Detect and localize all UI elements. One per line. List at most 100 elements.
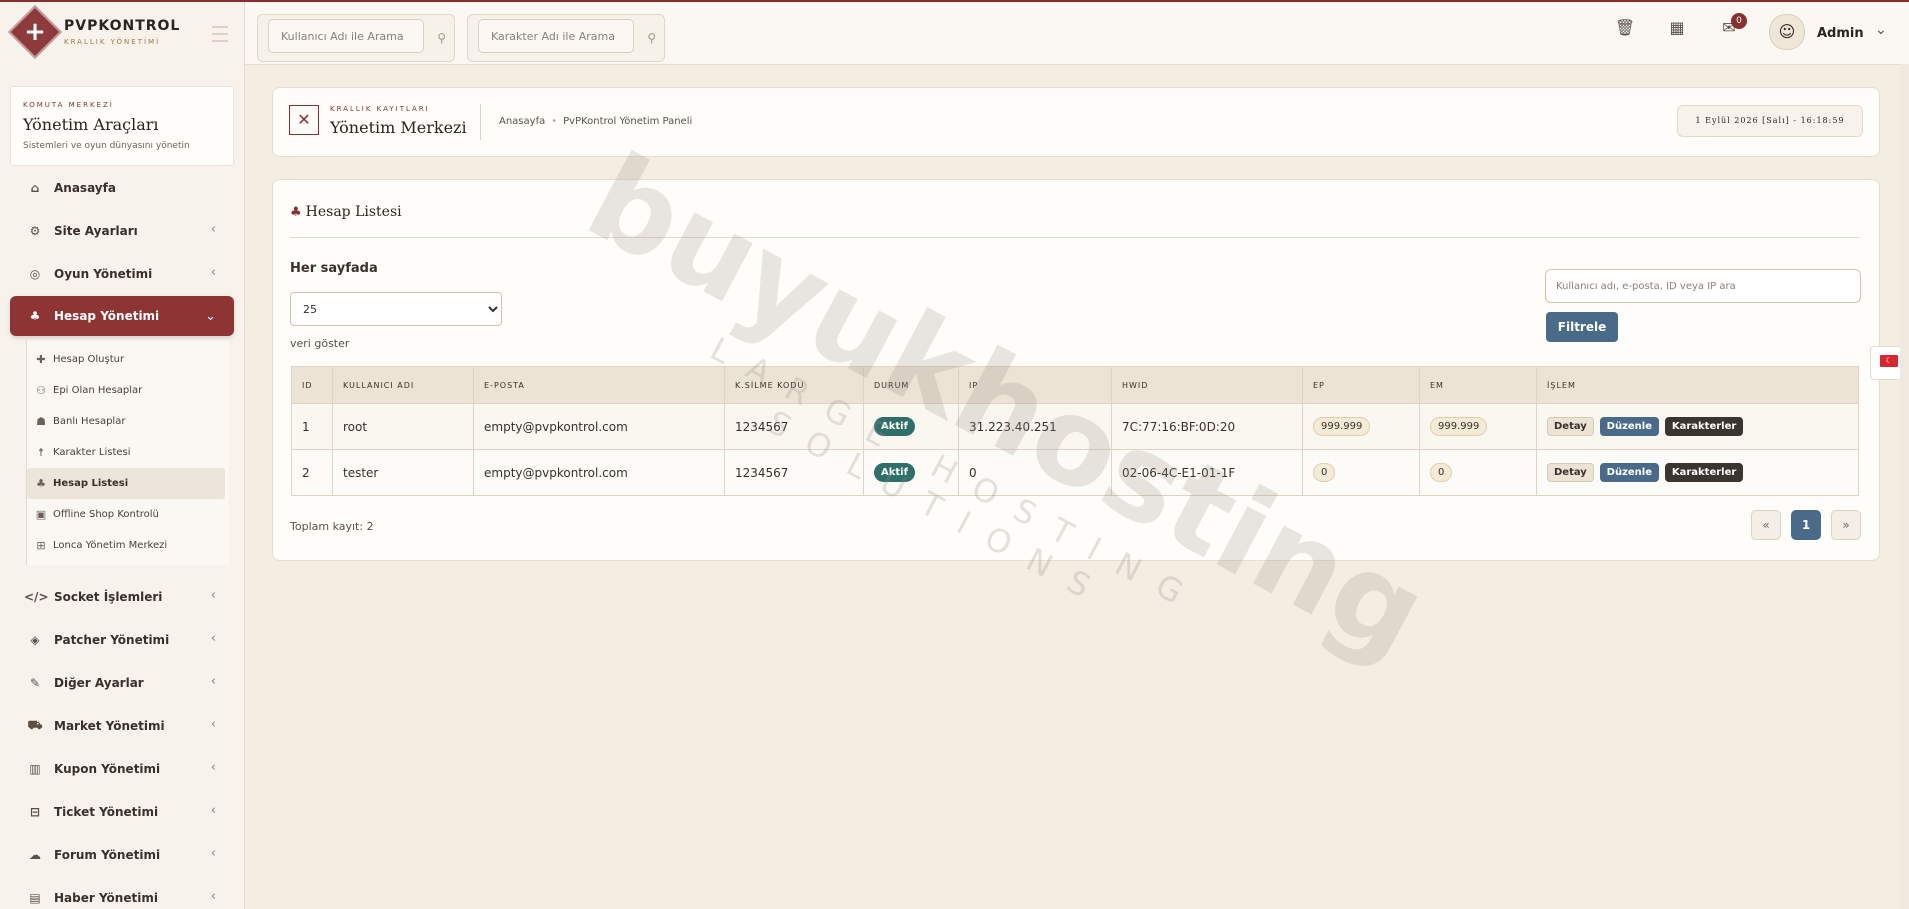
person-icon: ☨ [38, 446, 44, 459]
sidebar-nav: ⌂ Anasayfa ⚙ Site Ayarları ‹ ◎ Oyun Yöne… [10, 166, 234, 909]
edit-button[interactable]: Düzenle [1599, 417, 1660, 436]
search-icon[interactable]: ⚲ [437, 31, 446, 45]
sidebar-item-diger-ayarlar[interactable]: ✎ Diğer Ayarlar ‹ [10, 661, 234, 704]
cell-status: Aktif [863, 403, 959, 450]
close-icon[interactable]: ✕ [289, 105, 319, 135]
submenu-item-hesap-olustur[interactable]: ✚ Hesap Oluştur [27, 344, 229, 375]
ep-badge: 999.999 [1313, 417, 1371, 436]
col-delete-code[interactable]: K.SİLME KODU [724, 366, 864, 404]
col-email[interactable]: E-POSTA [473, 366, 725, 404]
shop-icon: ▣ [35, 508, 47, 521]
col-em[interactable]: EM [1419, 366, 1537, 404]
cell-actions: Detay Düzenle Karakterler [1536, 403, 1859, 450]
sidebar-item-label: Haber Yönetimi [54, 890, 158, 905]
cell-ip: 0 [958, 449, 1112, 496]
breadcrumb-current: PvPKontrol Yönetim Paneli [563, 116, 693, 127]
pagination: « 1 » [1751, 510, 1861, 540]
trash-icon[interactable]: 🗑 [1613, 18, 1637, 42]
col-hwid[interactable]: HWID [1111, 366, 1303, 404]
scrollbar[interactable] [1900, 64, 1909, 909]
submenu-item-hesap-listesi[interactable]: ♣ Hesap Listesi [27, 468, 225, 499]
calendar-icon[interactable]: ▦ [1665, 18, 1689, 42]
filter-input[interactable] [1545, 269, 1861, 303]
characters-button[interactable]: Karakterler [1664, 417, 1744, 436]
col-actions[interactable]: İŞLEM [1536, 366, 1859, 404]
user-search-input[interactable] [268, 19, 424, 53]
total-records: Toplam kayıt: 2 [290, 520, 374, 533]
sidebar-item-ticket-yonetimi[interactable]: ⊟ Ticket Yönetimi ‹ [10, 790, 234, 833]
col-username[interactable]: KULLANICI ADI [332, 366, 474, 404]
submenu-item-karakter-listesi[interactable]: ☨ Karakter Listesi [27, 437, 229, 468]
pagination-page-button[interactable]: 1 [1791, 510, 1821, 540]
users-gear-icon: ⚇ [36, 384, 46, 397]
cell-username: tester [332, 449, 474, 496]
sidebar-item-socket-islemleri[interactable]: </> Socket İşlemleri ‹ [10, 575, 234, 618]
breadcrumb: Anasayfa • PvPKontrol Yönetim Paneli [499, 116, 692, 127]
submenu-item-label: Epi Olan Hesaplar [53, 385, 143, 396]
pagination-next-button[interactable]: » [1831, 510, 1861, 540]
table-row: 1 root empty@pvpkontrol.com 1234567 Akti… [291, 403, 1859, 450]
pagination-prev-button[interactable]: « [1751, 510, 1781, 540]
brand-name: PVPKONTROL [64, 18, 181, 34]
col-id[interactable]: ID [291, 366, 333, 404]
submenu-item-epi-olan-hesaplar[interactable]: ⚇ Epi Olan Hesaplar [27, 375, 229, 406]
perpage-select[interactable]: 25 [290, 292, 502, 326]
cell-email: empty@pvpkontrol.com [473, 449, 725, 496]
cell-em: 999.999 [1419, 403, 1537, 450]
table-row: 2 tester empty@pvpkontrol.com 1234567 Ak… [291, 449, 1859, 496]
submenu-item-offline-shop[interactable]: ▣ Offline Shop Kontrolü [27, 499, 229, 530]
card-title: ♣ Hesap Listesi [290, 204, 402, 220]
cell-ep: 0 [1302, 449, 1420, 496]
avatar[interactable]: ☺ [1769, 14, 1805, 50]
submenu-item-lonca-yonetim[interactable]: ⊞ Lonca Yönetim Merkezi [27, 530, 229, 561]
sidebar-item-site-ayarlari[interactable]: ⚙ Site Ayarları ‹ [10, 209, 234, 252]
sidebar-item-hesap-yonetimi[interactable]: ♣ Hesap Yönetimi ⌄ [10, 296, 234, 336]
sidebar-item-label: Hesap Yönetimi [54, 309, 160, 323]
sidebar-item-forum-yonetimi[interactable]: ☁ Forum Yönetimi ‹ [10, 833, 234, 876]
sidebar-item-oyun-yonetimi[interactable]: ◎ Oyun Yönetimi ‹ [10, 252, 234, 295]
brand-subtitle: KRALLIK YÖNETİMİ [64, 38, 161, 46]
col-ep[interactable]: EP [1302, 366, 1420, 404]
divider [480, 104, 481, 140]
chevron-left-icon: ‹ [210, 760, 216, 775]
cell-delete-code: 1234567 [724, 449, 864, 496]
chevron-down-icon: ⌄ [205, 309, 216, 324]
edit-button[interactable]: Düzenle [1599, 463, 1660, 482]
col-status[interactable]: DURUM [863, 366, 959, 404]
user-name[interactable]: Admin [1817, 26, 1864, 41]
sidebar-item-label: Diğer Ayarlar [54, 675, 144, 690]
plus-icon: ✚ [36, 353, 46, 366]
status-badge: Aktif [874, 463, 915, 482]
brand[interactable]: + PVPKONTROL KRALLIK YÖNETİMİ [8, 5, 234, 62]
detail-button[interactable]: Detay [1547, 463, 1594, 482]
filter-button[interactable]: Filtrele [1546, 312, 1618, 342]
cell-status: Aktif [863, 449, 959, 496]
chevron-down-icon[interactable]: ⌄ [1875, 22, 1887, 38]
ticket-icon: ⊟ [29, 804, 41, 819]
sidebar-item-haber-yonetimi[interactable]: ▤ Haber Yönetimi ‹ [10, 876, 234, 909]
cell-username: root [332, 403, 474, 450]
sidebar-item-label: Forum Yönetimi [54, 847, 161, 862]
breadcrumb-home[interactable]: Anasayfa [499, 116, 545, 127]
sidebar-item-label: Oyun Yönetimi [54, 266, 153, 281]
chevron-left-icon: ‹ [210, 222, 216, 237]
search-icon[interactable]: ⚲ [647, 31, 656, 45]
divider [290, 237, 1860, 238]
characters-button[interactable]: Karakterler [1664, 463, 1744, 482]
chevron-left-icon: ‹ [210, 889, 216, 904]
submenu-item-banli-hesaplar[interactable]: ☗ Banlı Hesaplar [27, 406, 229, 437]
detail-button[interactable]: Detay [1547, 417, 1594, 436]
menu-toggle-icon[interactable] [212, 26, 228, 42]
status-badge: Aktif [874, 417, 915, 436]
character-search-input[interactable] [478, 19, 634, 53]
sidebar-item-patcher-yonetimi[interactable]: ◈ Patcher Yönetimi ‹ [10, 618, 234, 661]
home-icon: ⌂ [30, 180, 40, 195]
sidebar-item-kupon-yonetimi[interactable]: ▥ Kupon Yönetimi ‹ [10, 747, 234, 790]
perpage-label: Her sayfada [290, 261, 378, 276]
sidebar-item-anasayfa[interactable]: ⌂ Anasayfa [10, 166, 234, 209]
sidebar-item-market-yonetimi[interactable]: ⛟ Market Yönetimi ‹ [10, 704, 234, 747]
gear-icon: ⚙ [29, 223, 41, 238]
notification-badge: 0 [1731, 13, 1747, 29]
col-ip[interactable]: IP [958, 366, 1112, 404]
cell-email: empty@pvpkontrol.com [473, 403, 725, 450]
